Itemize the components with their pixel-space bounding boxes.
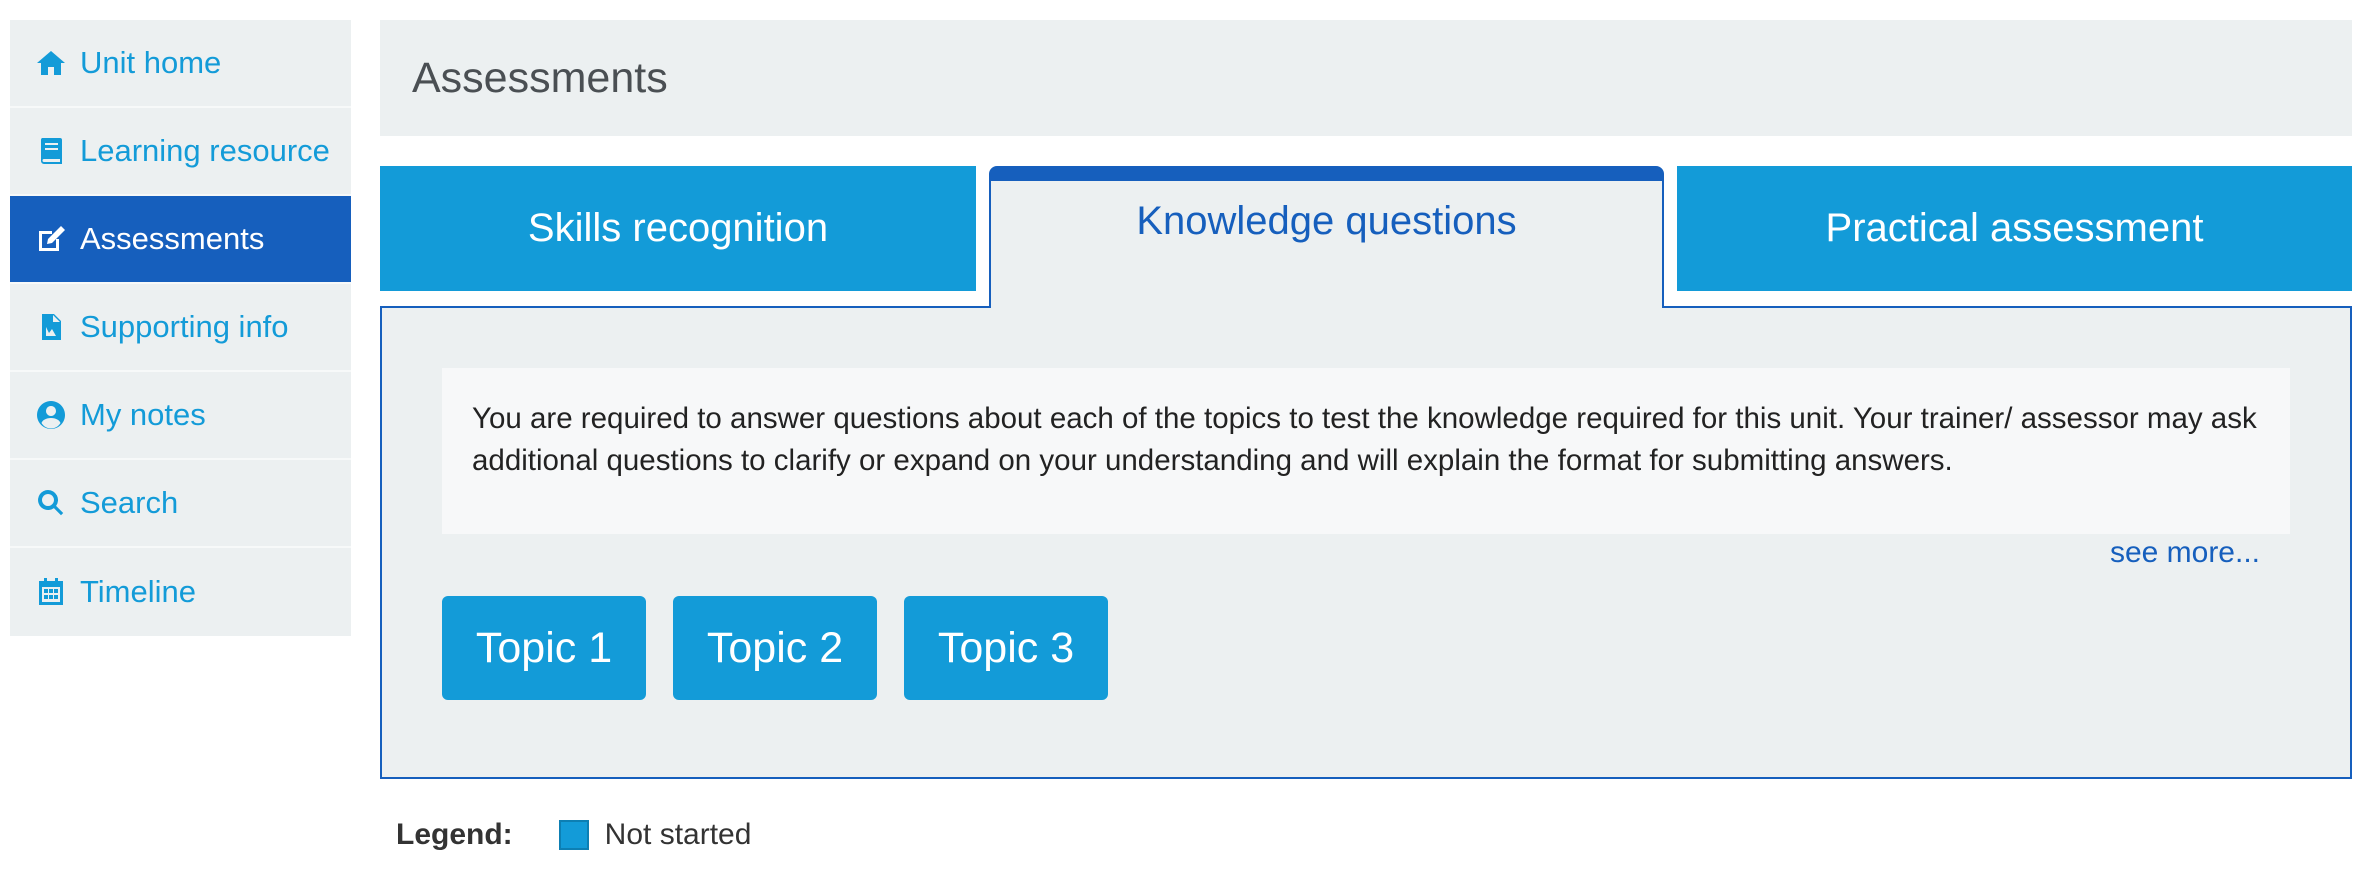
legend: Legend: Not started bbox=[396, 818, 751, 852]
legend-label: Legend: bbox=[396, 818, 513, 851]
sidebar-item-search[interactable]: Search bbox=[10, 460, 351, 548]
topic-3-button[interactable]: Topic 3 bbox=[904, 596, 1108, 700]
topic-1-button[interactable]: Topic 1 bbox=[442, 596, 646, 700]
calendar-icon bbox=[34, 575, 68, 609]
intro-box: You are required to answer questions abo… bbox=[442, 368, 2290, 534]
document-icon bbox=[34, 310, 68, 344]
sidebar-item-timeline[interactable]: Timeline bbox=[10, 548, 351, 636]
page-header: Assessments bbox=[380, 20, 2352, 136]
sidebar-item-label: Learning resource bbox=[80, 133, 330, 168]
sidebar-item-learning-resource[interactable]: Learning resource bbox=[10, 108, 351, 196]
see-more-link[interactable]: see more... bbox=[2110, 536, 2260, 570]
tab-label: Skills recognition bbox=[527, 206, 829, 250]
sidebar-item-label: Supporting info bbox=[80, 309, 289, 344]
edit-icon bbox=[34, 222, 68, 256]
sidebar-item-unit-home[interactable]: Unit home bbox=[10, 20, 351, 108]
sidebar-item-label: Assessments bbox=[80, 221, 265, 256]
sidebar-nav: Unit home Learning resource Assessments … bbox=[10, 20, 351, 636]
tab-panel-knowledge-questions: You are required to answer questions abo… bbox=[380, 306, 2352, 779]
intro-text: You are required to answer questions abo… bbox=[472, 402, 2257, 477]
tab-label: Knowledge questions bbox=[1136, 199, 1517, 243]
sidebar-item-my-notes[interactable]: My notes bbox=[10, 372, 351, 460]
tab-knowledge-questions[interactable]: Knowledge questions bbox=[989, 166, 1664, 308]
sidebar-item-assessments[interactable]: Assessments bbox=[10, 196, 351, 284]
book-icon bbox=[34, 134, 68, 168]
page-title: Assessments bbox=[412, 53, 668, 102]
search-icon bbox=[34, 486, 68, 520]
sidebar-item-label: Unit home bbox=[80, 45, 222, 80]
home-icon bbox=[34, 46, 68, 80]
user-circle-icon bbox=[34, 398, 68, 432]
legend-swatch-not-started bbox=[558, 820, 589, 850]
sidebar-item-label: Search bbox=[80, 485, 179, 520]
sidebar-item-label: My notes bbox=[80, 397, 206, 432]
sidebar-item-supporting-info[interactable]: Supporting info bbox=[10, 284, 351, 372]
legend-item-label: Not started bbox=[604, 818, 752, 851]
tab-practical-assessment[interactable]: Practical assessment bbox=[1677, 166, 2352, 291]
sidebar-item-label: Timeline bbox=[80, 574, 196, 609]
topic-2-button[interactable]: Topic 2 bbox=[673, 596, 877, 700]
tab-skills-recognition[interactable]: Skills recognition bbox=[380, 166, 976, 291]
tab-label: Practical assessment bbox=[1825, 206, 2204, 250]
